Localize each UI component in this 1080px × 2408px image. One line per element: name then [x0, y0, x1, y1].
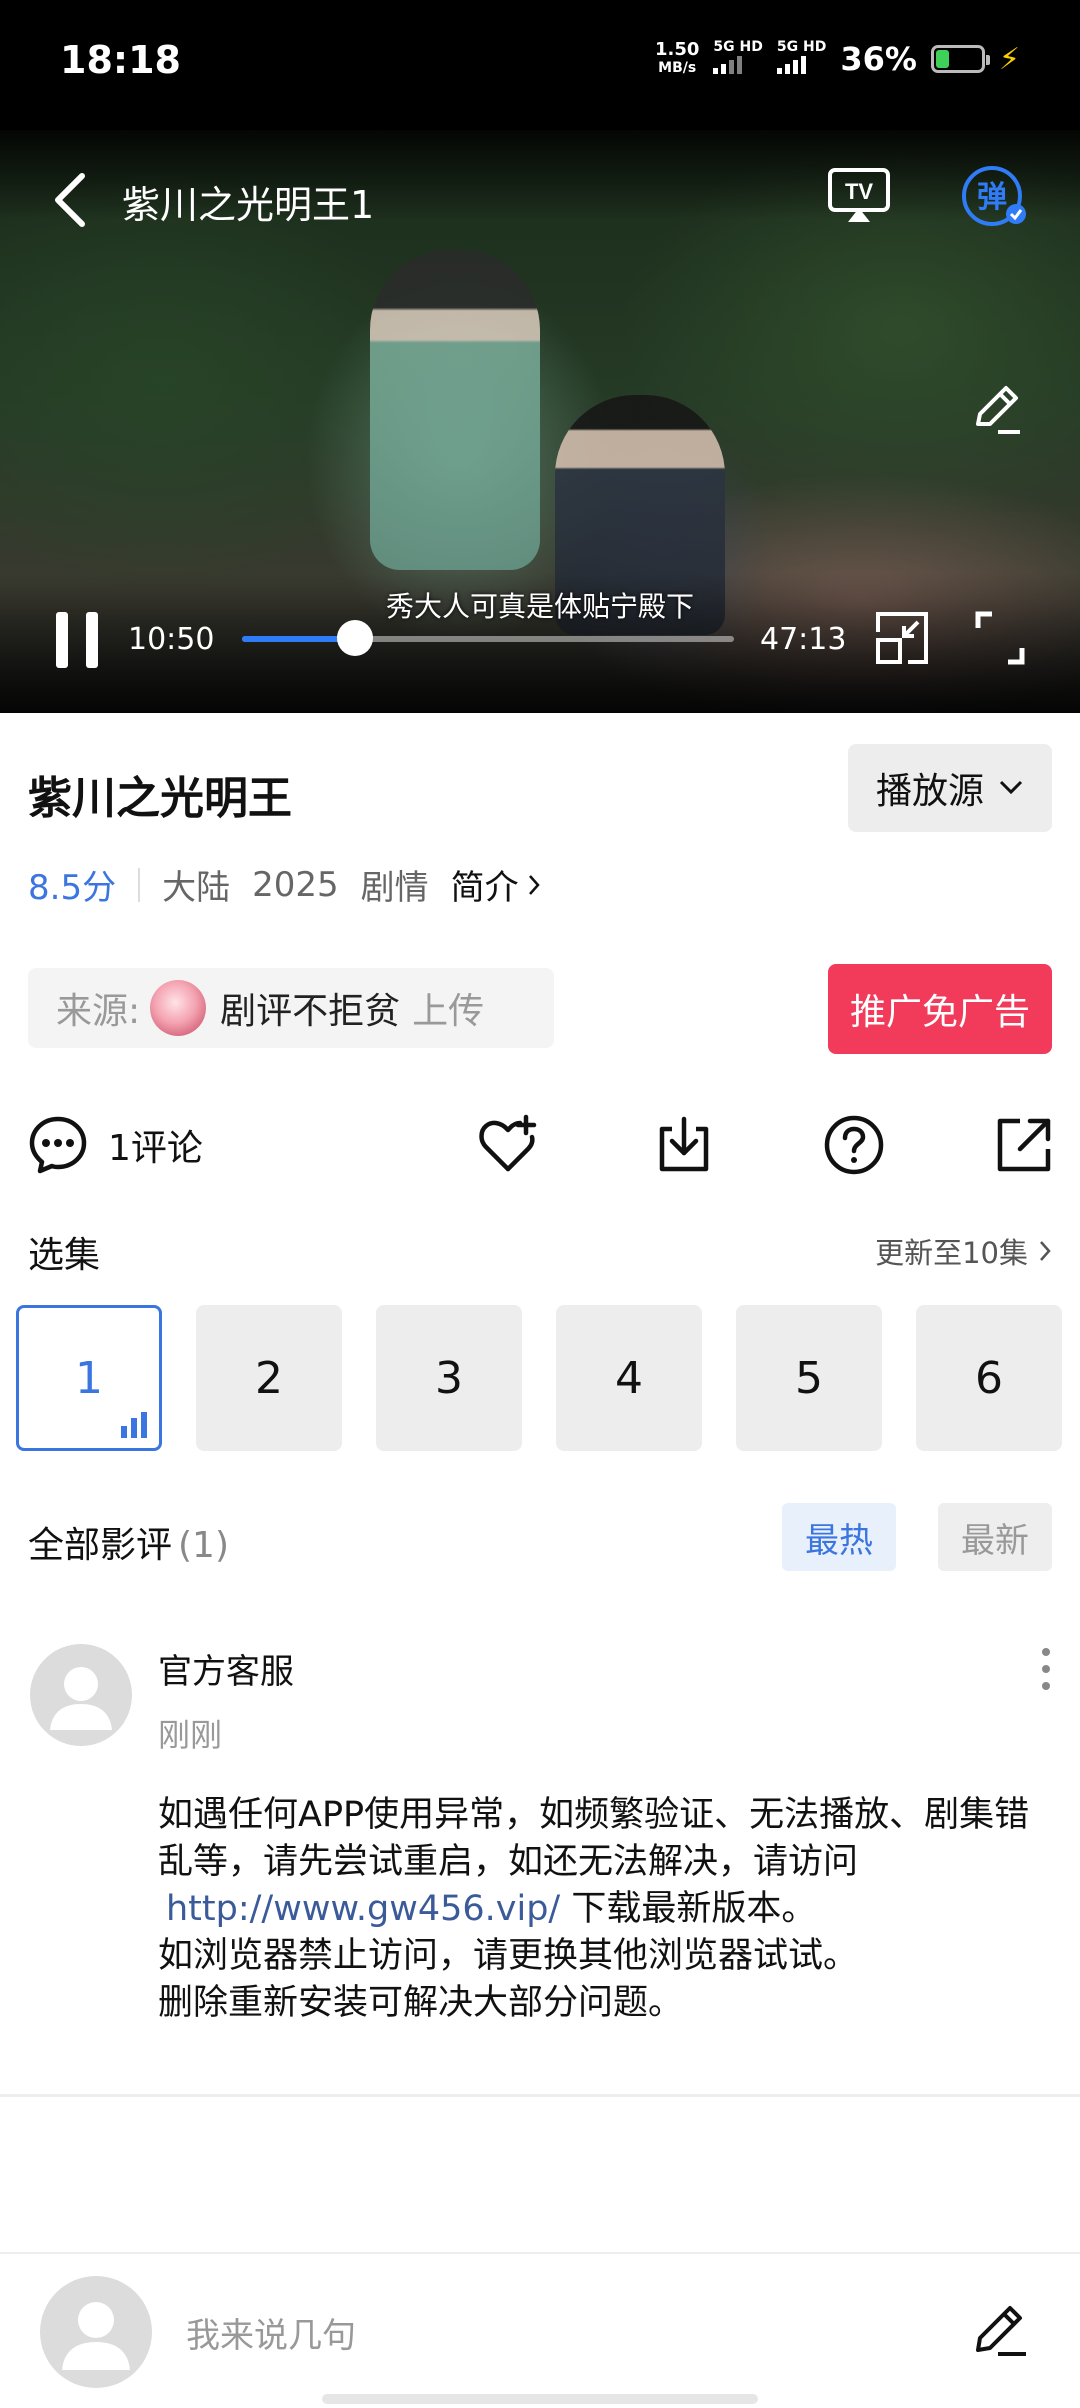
favorite-button[interactable] [476, 1110, 540, 1180]
episode-item[interactable]: 5 [736, 1305, 882, 1451]
upload-label: 上传 [412, 991, 485, 1032]
uploader-avatar [150, 980, 207, 1036]
heart-plus-icon [479, 1114, 537, 1172]
episode-item[interactable]: 4 [556, 1305, 702, 1451]
action-bar: 1评论 [0, 1100, 1080, 1190]
comment-avatar[interactable] [30, 1644, 132, 1746]
network-speed: 1.50 MB/s [655, 39, 700, 77]
signal-bars-icon [776, 54, 806, 74]
back-arrow-icon[interactable] [50, 170, 90, 230]
sim1-signal: 5G HD [713, 40, 763, 78]
comment-time: 刚刚 [158, 1716, 223, 1754]
charging-icon: ⚡ [998, 41, 1020, 77]
comment-body: 如遇任何APP使用异常，如频繁验证、无法播放、剧集错乱等，请先尝试重启，如还无法… [158, 1795, 1030, 2023]
episodes-update-text: 更新至10集 [875, 1236, 1028, 1270]
source-label: 来源: [56, 991, 141, 1032]
current-time: 10:50 [128, 622, 215, 657]
status-bar: 18:18 1.50 MB/s 5G HD 5G HD 36% ⚡ [0, 0, 1080, 130]
battery-icon [930, 45, 990, 73]
home-indicator[interactable] [322, 2394, 758, 2404]
my-avatar [40, 2276, 152, 2388]
compose-pencil-icon[interactable] [970, 2298, 1030, 2362]
pause-button[interactable] [54, 612, 100, 672]
signal-bars-icon [713, 54, 743, 74]
reviews-count: (1) [178, 1525, 230, 1566]
intro-link[interactable]: 简介 [451, 860, 541, 909]
play-source-label: 播放源 [875, 771, 984, 812]
promote-no-ads-button[interactable]: 推广免广告 [828, 964, 1052, 1054]
divider [138, 867, 141, 902]
uploader-name: 剧评不拒贫 [220, 991, 401, 1032]
comment-composer: 我来说几句 [0, 2252, 1080, 2408]
comment-icon [29, 1116, 87, 1174]
danmu-toggle-icon[interactable]: 弹 [960, 164, 1030, 230]
picture-in-picture-icon[interactable] [874, 610, 930, 666]
danmu-edit-icon[interactable] [966, 380, 1026, 440]
user-avatar-icon [62, 2302, 130, 2370]
sim2-signal: 5G HD [776, 40, 826, 78]
show-meta: 8.5分 大陆 2025 剧情 简介 [28, 860, 541, 909]
user-avatar-icon [50, 1667, 112, 1730]
danmu-label: 弹 [977, 180, 1007, 215]
show-score: 8.5分 [28, 868, 117, 908]
reviews-title: 全部影评 (1) [28, 1525, 230, 1566]
more-options-icon[interactable] [1036, 1644, 1056, 1694]
comment-input[interactable]: 我来说几句 [186, 2308, 356, 2357]
sort-new-tab[interactable]: 最新 [938, 1503, 1052, 1571]
episodes-more-link[interactable]: 更新至10集 [875, 1230, 1052, 1272]
status-time: 18:18 [60, 38, 181, 82]
chevron-right-icon [1040, 1241, 1051, 1261]
show-region: 大陆 [162, 868, 231, 908]
tv-cast-icon[interactable]: TV [826, 166, 892, 226]
progress-thumb[interactable] [336, 620, 373, 656]
episode-item[interactable]: 1 [16, 1305, 162, 1451]
show-year: 2025 [252, 864, 339, 905]
comment-count: 1评论 [108, 1128, 203, 1169]
show-title: 紫川之光明王 [28, 773, 292, 824]
comment-link[interactable]: http://www.gw456.vip/ [158, 1889, 560, 1929]
help-button[interactable] [822, 1110, 886, 1180]
question-circle-icon [824, 1115, 884, 1175]
total-time: 47:13 [760, 622, 847, 657]
pause-icon [56, 612, 68, 668]
video-frame-figure [370, 250, 540, 570]
episode-item[interactable]: 2 [196, 1305, 342, 1451]
video-player[interactable]: 紫川之光明王1 TV 弹 秀大人可真是体贴宁殿下 10:50 47:13 [0, 130, 1080, 713]
chevron-down-icon [999, 780, 1023, 795]
share-button[interactable] [992, 1110, 1056, 1180]
episode-list: 1 2 3 4 5 6 [16, 1305, 1080, 1453]
intro-label: 简介 [450, 868, 519, 908]
battery-level [935, 50, 950, 68]
now-playing-icon [121, 1412, 147, 1438]
fullscreen-icon[interactable] [974, 610, 1026, 666]
download-icon [659, 1116, 709, 1172]
tv-label: TV [845, 179, 873, 204]
video-title: 紫川之光明王1 [122, 183, 375, 227]
progress-slider[interactable] [242, 620, 734, 656]
uploader-info[interactable]: 来源: 剧评不拒贫 上传 [28, 968, 554, 1048]
status-icons: 1.50 MB/s 5G HD 5G HD 36% ⚡ [655, 40, 1020, 78]
battery-percent: 36% [840, 40, 917, 78]
play-source-button[interactable]: 播放源 [848, 744, 1052, 832]
sort-hot-tab[interactable]: 最热 [782, 1503, 896, 1571]
divider [0, 2094, 1080, 2097]
chevron-right-icon [528, 874, 540, 895]
comment-button[interactable]: 1评论 [26, 1110, 203, 1180]
comment-author[interactable]: 官方客服 [158, 1644, 294, 1693]
show-genre: 剧情 [360, 868, 429, 908]
episode-item[interactable]: 3 [376, 1305, 522, 1451]
download-button[interactable] [652, 1110, 716, 1180]
share-external-icon [997, 1118, 1051, 1172]
episodes-title: 选集 [28, 1235, 101, 1276]
episode-item[interactable]: 6 [916, 1305, 1062, 1451]
